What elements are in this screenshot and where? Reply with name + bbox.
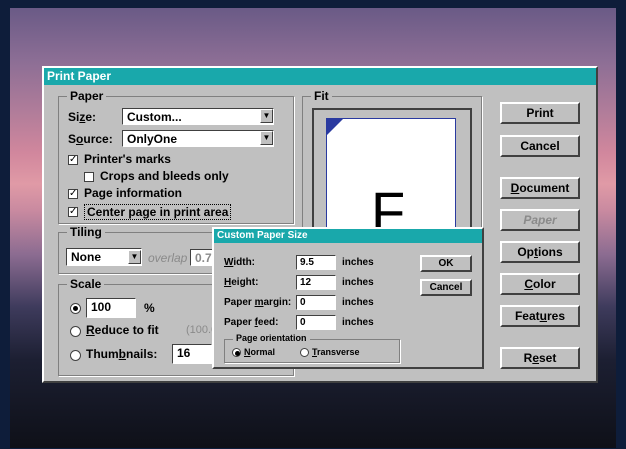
source-dropdown-arrow-icon[interactable]: ▼	[260, 131, 273, 145]
height-input[interactable]: 12	[296, 275, 336, 290]
paper-button[interactable]: Paper	[500, 209, 580, 231]
height-value: 12	[300, 277, 312, 288]
normal-label: Normal	[244, 347, 276, 357]
orientation-label: Page orientation	[233, 333, 310, 343]
height-label: Height:	[224, 277, 259, 288]
feed-value: 0	[300, 317, 306, 328]
printers-marks-checkbox[interactable]: ✓	[68, 155, 78, 165]
feed-input[interactable]: 0	[296, 315, 336, 330]
width-input[interactable]: 9.5	[296, 255, 336, 270]
color-button[interactable]: Color	[500, 273, 580, 295]
fit-group-label: Fit	[311, 89, 332, 103]
scale-value: 100	[91, 300, 112, 314]
tiling-value: None	[71, 250, 101, 264]
custom-cancel-button[interactable]: Cancel	[420, 279, 472, 296]
source-select[interactable]: OnlyOne	[122, 130, 274, 147]
margin-unit: inches	[342, 297, 374, 308]
reduce-to-fit-radio[interactable]	[70, 326, 81, 337]
size-value: Custom...	[127, 110, 182, 124]
custom-size-title: Custom Paper Size	[214, 229, 482, 243]
crops-bleeds-checkbox[interactable]	[84, 172, 94, 182]
crops-bleeds-label: Crops and bleeds only	[100, 169, 229, 183]
custom-ok-button[interactable]: OK	[420, 255, 472, 272]
scale-group-label: Scale	[67, 277, 105, 291]
width-value: 9.5	[300, 257, 314, 268]
features-button[interactable]: Features	[500, 305, 580, 327]
width-unit: inches	[342, 257, 374, 268]
center-page-checkbox[interactable]: ✓	[68, 207, 78, 217]
margin-value: 0	[300, 297, 306, 308]
center-page-label: Center page in print area	[84, 204, 232, 220]
thumbnails-value: 16	[177, 346, 191, 360]
margin-input[interactable]: 0	[296, 295, 336, 310]
scale-percent-radio[interactable]	[70, 303, 81, 314]
scale-input[interactable]: 100	[86, 298, 136, 318]
margin-label: Paper margin:	[224, 297, 292, 308]
paper-group-label: Paper	[67, 89, 107, 103]
tiling-dropdown-arrow-icon[interactable]: ▼	[128, 250, 141, 264]
reduce-to-fit-label: Reduce to fit	[86, 323, 159, 337]
tiling-group-label: Tiling	[67, 225, 105, 239]
transverse-radio[interactable]	[300, 348, 309, 357]
overlap-label: overlap	[148, 251, 188, 265]
thumbnails-radio[interactable]	[70, 350, 81, 361]
reset-button[interactable]: Reset	[500, 347, 580, 369]
page-information-label: Page information	[84, 186, 183, 200]
size-select[interactable]: Custom...	[122, 108, 274, 125]
document-button[interactable]: Document	[500, 177, 580, 199]
preview-corner-fold	[327, 119, 343, 135]
feed-label: Paper feed:	[224, 317, 279, 328]
height-unit: inches	[342, 277, 374, 288]
source-value: OnlyOne	[127, 132, 178, 146]
size-label: Size:	[68, 110, 97, 124]
cancel-button[interactable]: Cancel	[500, 135, 580, 157]
feed-unit: inches	[342, 317, 374, 328]
dialog-title: Print Paper	[44, 68, 596, 85]
source-label: Source:	[68, 132, 113, 146]
options-button[interactable]: Options	[500, 241, 580, 263]
custom-paper-size-dialog: Custom Paper Size Width: 9.5 inches Heig…	[212, 227, 484, 369]
scale-unit: %	[144, 301, 155, 315]
width-label: Width:	[224, 257, 256, 268]
transverse-label: Transverse	[312, 347, 360, 357]
print-button[interactable]: Print	[500, 102, 580, 124]
page-information-checkbox[interactable]: ✓	[68, 189, 78, 199]
normal-radio[interactable]	[232, 348, 241, 357]
thumbnails-label: Thumbnails:	[86, 347, 158, 361]
printers-marks-label: Printer's marks	[84, 152, 171, 166]
thumbnails-input[interactable]: 16	[172, 344, 212, 364]
size-dropdown-arrow-icon[interactable]: ▼	[260, 109, 273, 123]
